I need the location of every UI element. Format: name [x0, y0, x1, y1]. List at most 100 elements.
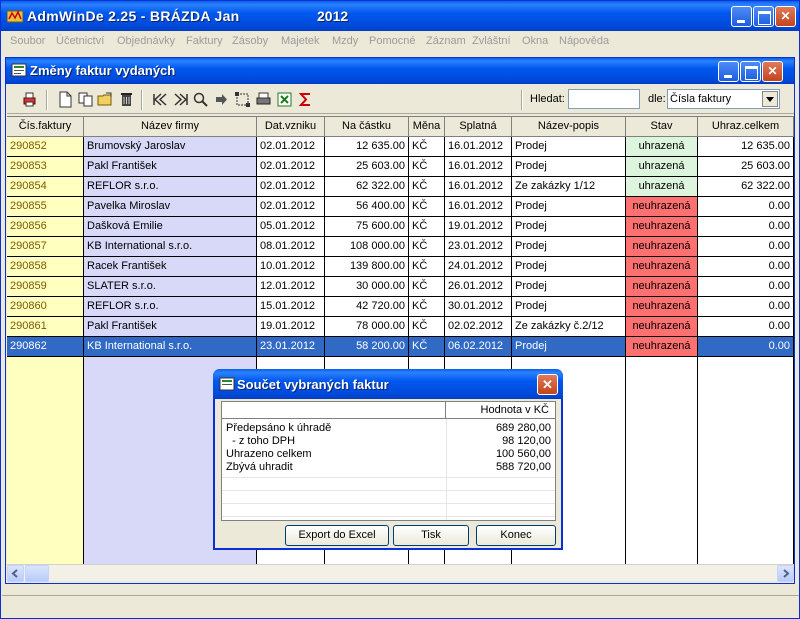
maximize-button[interactable] [753, 6, 774, 27]
col-amount-header[interactable]: Na částku [325, 117, 409, 137]
sum-row: Zbývá uhradit 588 720,00 [222, 461, 555, 474]
dialog-title: Součet vybraných faktur [237, 377, 389, 392]
menu-faktury[interactable]: Faktury [186, 35, 223, 47]
last-record-icon[interactable] [172, 91, 189, 108]
menu-pomocne[interactable]: Pomocné [369, 35, 415, 47]
description-cell: Ze zakázky 1/12 [512, 177, 625, 197]
next-icon[interactable] [213, 91, 230, 108]
open-folder-icon[interactable] [97, 91, 114, 108]
delete-icon[interactable] [118, 91, 135, 108]
description-cell: Prodej [512, 257, 625, 277]
search-input[interactable] [568, 89, 640, 109]
scroll-left-button[interactable] [7, 565, 24, 582]
currency-cell: KČ [409, 217, 444, 237]
find-icon[interactable] [192, 91, 209, 108]
currency-cell: KČ [409, 157, 444, 177]
col-currency-header[interactable]: Měna [409, 117, 445, 137]
select-icon[interactable] [234, 91, 251, 108]
dialog-titlebar[interactable]: Součet vybraných faktur ✕ [213, 369, 563, 399]
table-row[interactable]: 290858 Racek František 10.01.2012 139 800.0… [7, 257, 794, 277]
currency-cell: KČ [409, 297, 444, 317]
description-cell: Prodej [512, 237, 625, 257]
print-list-icon[interactable] [255, 91, 272, 108]
col-company-name-header[interactable]: Název firmy [84, 117, 257, 137]
child-close-button[interactable]: ✕ [762, 61, 783, 82]
copy-icon[interactable] [77, 91, 94, 108]
currency-cell: KČ [409, 257, 444, 277]
excel-export-icon[interactable] [276, 91, 293, 108]
paid-total-cell: 0.00 [698, 257, 793, 277]
menu-okna[interactable]: Okna [522, 35, 548, 47]
table-row[interactable]: 290854 REFLOR s.r.o. 02.01.2012 62 322.00 KČ… [7, 177, 794, 197]
print-icon[interactable] [21, 91, 38, 108]
sum-table-label-header [222, 402, 446, 419]
scroll-thumb[interactable] [25, 565, 49, 582]
company-name-cell: REFLOR s.r.o. [84, 297, 256, 317]
menu-objednavky[interactable]: Objednávky [117, 35, 175, 47]
table-row[interactable]: 290859 SLATER s.r.o. 12.01.2012 30 000.00 KČ… [7, 277, 794, 297]
table-row[interactable]: 290855 Pavelka Miroslav 02.01.2012 56 400.0… [7, 197, 794, 217]
date-created-cell: 15.01.2012 [257, 297, 324, 317]
main-titlebar[interactable]: AdmWinDe 2.25 - BRÁZDA Jan 2012 ✕ [1, 1, 799, 31]
horizontal-scrollbar[interactable] [7, 564, 794, 582]
export-excel-button[interactable]: Export do Excel [285, 525, 389, 546]
print-button[interactable]: Tisk [393, 525, 469, 546]
invoice-window-icon [219, 377, 235, 391]
chevron-down-icon[interactable] [762, 91, 778, 107]
col-due-date-header[interactable]: Splatná [445, 117, 512, 137]
menu-zvlastni[interactable]: Zvláštní [472, 35, 511, 47]
currency-cell: KČ [409, 137, 444, 157]
menu-mzdy[interactable]: Mzdy [332, 35, 358, 47]
invoice-number-cell: 290855 [7, 197, 83, 217]
col-paid-total-header[interactable]: Uhraz.celkem [698, 117, 794, 137]
table-row[interactable]: 290860 REFLOR s.r.o. 15.01.2012 42 720.00 KČ… [7, 297, 794, 317]
paid-total-cell: 0.00 [698, 237, 793, 257]
menu-ucetnictvi[interactable]: Účetnictví [56, 35, 104, 47]
search-by-select[interactable]: Čísla faktury [667, 89, 780, 109]
table-row[interactable]: 290861 Pakl František 19.01.2012 78 000.00 K… [7, 317, 794, 337]
due-date-cell: 19.01.2012 [445, 217, 511, 237]
table-row[interactable]: 290852 Brumovský Jaroslav 02.01.2012 12 635… [7, 137, 794, 157]
invoice-number-cell: 290854 [7, 177, 83, 197]
dialog-close-button[interactable]: ✕ [537, 374, 558, 395]
due-date-cell: 16.01.2012 [445, 137, 511, 157]
currency-cell: KČ [409, 177, 444, 197]
menu-zasoby[interactable]: Zásoby [232, 35, 268, 47]
invoice-number-cell: 290856 [7, 217, 83, 237]
menubar: Soubor Účetnictví Objednávky Faktury Zás… [2, 31, 799, 52]
col-status-header[interactable]: Stav [626, 117, 698, 137]
menu-napoveda[interactable]: Nápověda [559, 35, 609, 47]
sum-row-value: 689 280,00 [495, 422, 551, 434]
sum-row-label: Uhrazeno celkem [226, 448, 312, 460]
status-bar [2, 595, 799, 618]
paid-total-cell: 0.00 [698, 317, 793, 337]
col-invoice-number-header[interactable]: Čís.faktury [7, 117, 84, 137]
date-created-cell: 02.01.2012 [257, 137, 324, 157]
table-row[interactable]: 290857 KB International s.r.o. 08.01.2012 1… [7, 237, 794, 257]
sum-row: Uhrazeno celkem 100 560,00 [222, 448, 555, 461]
menu-soubor[interactable]: Soubor [10, 35, 45, 47]
menu-majetek[interactable]: Majetek [281, 35, 320, 47]
invoices-titlebar[interactable]: Změny faktur vydaných ✕ [6, 58, 794, 84]
child-maximize-button[interactable] [740, 61, 761, 82]
scroll-right-button[interactable] [777, 565, 794, 582]
first-record-icon[interactable] [152, 91, 169, 108]
table-row[interactable]: 290856 Dašková Emilie 05.01.2012 75 600.00 K… [7, 217, 794, 237]
invoice-number-cell: 290858 [7, 257, 83, 277]
table-row[interactable]: 290862 KB International s.r.o. 23.01.2012 5… [7, 337, 794, 357]
child-minimize-button[interactable] [718, 61, 739, 82]
table-row[interactable]: 290853 Pakl František 02.01.2012 25 603.00 K… [7, 157, 794, 177]
date-created-cell: 10.01.2012 [257, 257, 324, 277]
close-dialog-button[interactable]: Konec [476, 525, 556, 546]
invoice-number-cell: 290853 [7, 157, 83, 177]
close-button[interactable]: ✕ [775, 6, 796, 27]
col-date-created-header[interactable]: Dat.vzniku [257, 117, 325, 137]
new-document-icon[interactable] [57, 91, 74, 108]
toolbar-separator [46, 90, 48, 110]
sum-icon[interactable] [297, 91, 314, 108]
minimize-button[interactable] [731, 6, 752, 27]
col-description-header[interactable]: Název-popis [512, 117, 626, 137]
amount-cell: 58 200.00 [325, 337, 408, 357]
status-badge: uhrazená [626, 177, 697, 197]
menu-zaznam[interactable]: Záznam [426, 35, 466, 47]
